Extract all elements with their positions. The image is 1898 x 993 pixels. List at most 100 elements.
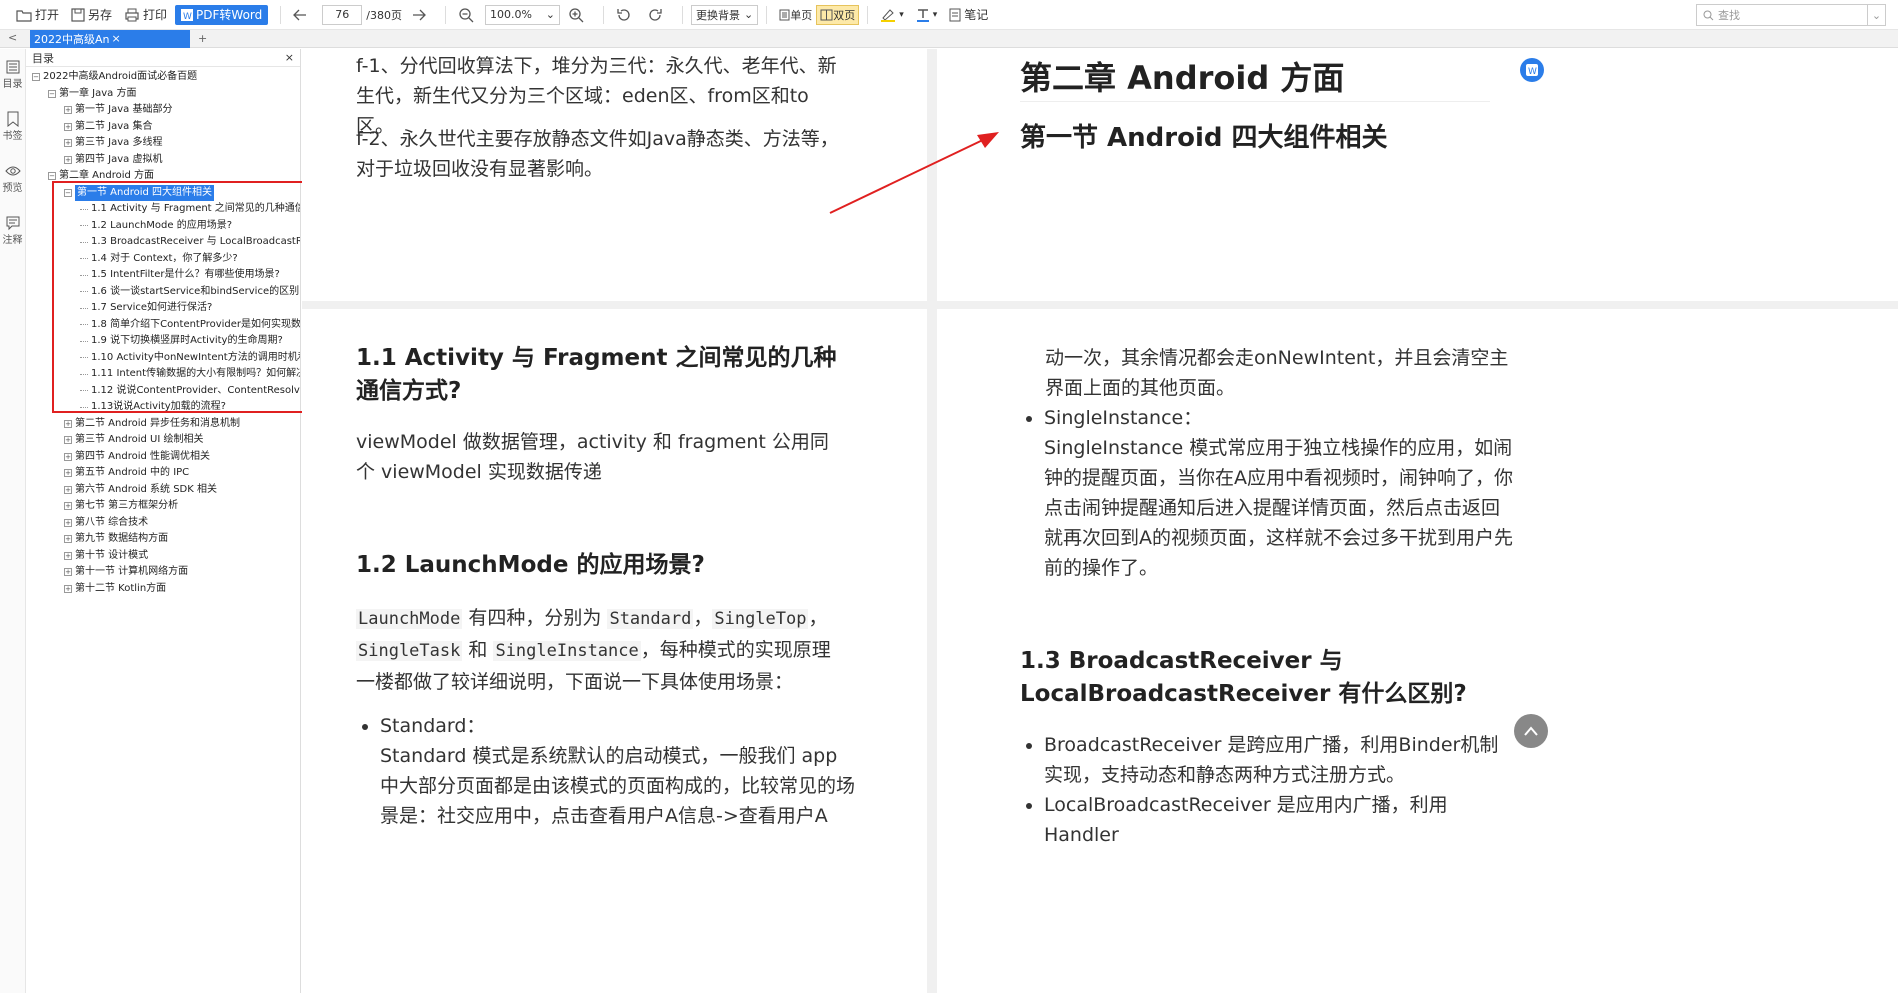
expand-icon[interactable]: + [64,122,72,131]
expand-icon[interactable]: + [64,485,72,494]
toc-item[interactable]: + 第六节 Android 系统 SDK 相关 [26,482,300,499]
rail-annotate[interactable]: 注释 [0,215,25,257]
rotate-left-button[interactable] [612,4,639,26]
expand-icon[interactable]: + [64,518,72,527]
toc-item[interactable]: + 第三节 Android UI 绘制相关 [26,432,300,449]
print-button[interactable]: 打印 [120,4,171,26]
new-tab-button[interactable]: + [198,32,207,45]
word-convert-fab[interactable]: W [1520,58,1544,82]
toc-item-label: 第四节 Android 性能调优相关 [75,450,211,462]
toc-item[interactable]: −2022中高级Android面试必备百题 [26,69,300,86]
toc-item[interactable]: + 第十节 设计模式 [26,548,300,565]
rotate-right-button[interactable] [643,4,670,26]
notes-button[interactable]: 笔记 [945,4,992,26]
single-page-icon [779,9,790,20]
collapse-icon[interactable]: − [32,73,40,82]
zoom-out-button[interactable] [454,4,481,26]
expand-icon[interactable]: + [64,436,72,445]
close-icon[interactable]: × [112,32,187,45]
notes-label: 笔记 [964,8,989,22]
double-page-button[interactable]: 双页 [816,4,860,25]
single-page-button[interactable]: 单页 [775,5,816,25]
single-page-label: 单页 [790,8,813,22]
left-rail: 目录 书签 预览 注释 [0,49,26,993]
note-icon [949,8,961,21]
save-as-label: 另存 [88,8,113,22]
expand-icon[interactable]: + [64,106,72,115]
rail-bookmark[interactable]: 书签 [0,111,25,153]
toc-item[interactable]: + 第十一节 计算机网络方面 [26,564,300,581]
expand-icon[interactable]: + [64,584,72,593]
word-icon: W [181,8,194,21]
tab-back-button[interactable]: < [8,31,17,44]
expand-icon[interactable]: + [64,139,72,148]
collapse-icon[interactable]: − [48,172,56,181]
save-as-button[interactable]: 另存 [67,4,116,26]
bullet-body: SingleInstance 模式常应用于独立栈操作的应用，如闹钟的提醒页面，当… [1044,437,1513,579]
text-span: 有四种，分别为 [462,607,608,629]
list-item: Standard： Standard 模式是系统默认的启动模式，一般我们 app… [380,711,856,831]
main-toolbar: 打开 另存 打印 W PDF转Word 76 /380页 100.0% ⌄ 更换… [0,0,1898,30]
search-input[interactable]: 查找 ⌄ [1696,4,1886,26]
section-heading: 第一节 Android 四大组件相关 [1020,123,1388,153]
highlighter-icon [881,8,896,22]
annotation-arrow [829,132,999,214]
open-label: 打开 [35,8,60,22]
toc-item[interactable]: − 第一章 Java 方面 [26,86,300,103]
arrow-right-icon [412,9,426,20]
double-page-label: 双页 [833,8,856,22]
toc-item[interactable]: + 第八节 综合技术 [26,515,300,532]
next-page-button[interactable] [408,4,433,26]
prev-page-button[interactable] [289,4,314,26]
toc-item[interactable]: + 第七节 第三方框架分析 [26,498,300,515]
open-button[interactable]: 打开 [12,4,63,26]
text-span: ， [808,607,828,629]
expand-icon[interactable]: + [64,155,72,164]
toc-item[interactable]: + 第三节 Java 多线程 [26,135,300,152]
page-number-input[interactable]: 76 [322,4,363,25]
expand-icon[interactable]: + [64,502,72,511]
rail-preview[interactable]: 预览 [0,163,25,205]
toc-item[interactable]: + 第一节 Java 基础部分 [26,102,300,119]
pdf-to-word-label: PDF转Word [196,8,263,22]
toc-item[interactable]: + 第四节 Android 性能调优相关 [26,449,300,466]
background-select[interactable]: 更换背景 ⌄ [690,4,759,25]
toc-item-label: 第一章 Java 方面 [59,87,137,99]
toc-item-label: 第二节 Java 集合 [75,120,153,132]
collapse-icon[interactable]: − [48,89,56,98]
toc-item[interactable]: + 第二节 Android 异步任务和消息机制 [26,416,300,433]
bullet-list: Standard： Standard 模式是系统默认的启动模式，一般我们 app… [356,711,856,831]
toc-item[interactable]: + 第九节 数据结构方面 [26,531,300,548]
document-tab[interactable]: 2022中高级Android面试必知百题 × [30,29,190,48]
zoom-in-button[interactable] [564,4,591,26]
expand-icon[interactable]: + [64,568,72,577]
toolbar-divider [444,5,446,24]
close-icon[interactable]: × [285,51,294,64]
word-icon: W [1526,64,1538,76]
zoom-select[interactable]: 100.0% ⌄ [484,4,560,25]
expand-icon[interactable]: + [64,452,72,461]
page-top-right: 第二章 Android 方面 第一节 Android 四大组件相关 W [937,49,1898,301]
chevron-down-icon: ▾ [932,9,938,20]
expand-icon[interactable]: + [64,551,72,560]
expand-icon[interactable]: + [64,535,72,544]
chapter-heading: 第二章 Android 方面 [1020,53,1490,102]
highlight-button[interactable]: ▾ [876,4,908,26]
expand-icon[interactable]: + [64,469,72,478]
arrow-left-icon [293,9,307,20]
expand-icon[interactable]: + [64,419,72,428]
scroll-to-top-button[interactable] [1514,714,1548,748]
toc-item[interactable]: + 第十二节 Kotlin方面 [26,581,300,598]
document-viewer[interactable]: f-1、分代回收算法下，堆分为三代：永久代、老年代、新生代，新生代又分为三个区域… [302,49,1898,993]
zoom-in-icon [569,7,584,22]
toc-item[interactable]: + 第二节 Java 集合 [26,119,300,136]
toc-item[interactable]: + 第四节 Java 虚拟机 [26,152,300,169]
toc-item-label: 第二节 Android 异步任务和消息机制 [75,417,241,429]
comment-icon [6,216,19,231]
search-options-button[interactable]: ⌄ [1867,5,1885,25]
toc-item[interactable]: + 第五节 Android 中的 IPC [26,465,300,482]
pdf-to-word-button[interactable]: W PDF转Word [175,4,269,25]
text-span: ， [693,607,713,629]
rail-toc[interactable]: 目录 [0,59,25,101]
text-color-button[interactable]: ▾ [912,4,942,26]
